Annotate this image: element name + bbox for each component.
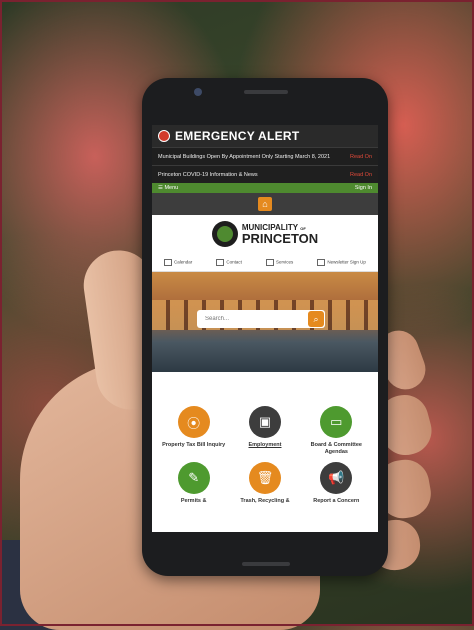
menu-bar: ☰ Menu Sign In [152,183,378,193]
site-logo[interactable]: MUNICIPALITY OF PRINCETON [152,215,378,253]
sign-in-link[interactable]: Sign In [355,185,372,191]
front-camera [194,88,202,96]
earpiece [244,90,288,94]
bottom-speaker [242,562,290,566]
quick-link-newsletter[interactable]: Newsletter Sign Up [317,258,366,266]
seal-icon [211,221,238,247]
phone: EMERGENCY ALERT Municipal Buildings Open… [142,78,388,576]
phone-screen: EMERGENCY ALERT Municipal Buildings Open… [152,125,378,532]
alert-title: EMERGENCY ALERT [175,129,300,143]
read-on-link[interactable]: Read On [350,172,372,178]
news-item[interactable]: Princeton COVID-19 Information & News Re… [152,165,378,183]
home-bar: ⌂ [152,193,378,215]
emergency-alert-bar: EMERGENCY ALERT [152,125,378,147]
quick-link-contact[interactable]: Contact [216,258,242,266]
alert-icon [158,130,170,142]
hero-image: ⌕ [152,272,378,372]
home-icon[interactable]: ⌂ [258,197,272,211]
logo-of: OF [300,225,306,231]
search-input[interactable] [203,315,307,323]
logo-line2: PRINCETON [241,230,319,246]
services-icon [266,258,275,266]
search-icon[interactable]: ⌕ [308,311,324,327]
quick-links: Calendar Contact Services Newsletter Sig… [152,253,378,272]
search-box: ⌕ [197,310,325,328]
newsletter-icon [317,258,326,266]
calendar-icon [164,258,173,266]
menu-button[interactable]: ☰ Menu [158,185,178,191]
news-item[interactable]: Municipal Buildings Open By Appointment … [152,147,378,165]
news-text: Municipal Buildings Open By Appointment … [158,153,331,160]
contact-icon [216,258,225,266]
read-on-link[interactable]: Read On [350,154,372,160]
quick-link-services[interactable]: Services [266,258,293,266]
news-text: Princeton COVID-19 Information & News [158,171,258,178]
quick-link-calendar[interactable]: Calendar [164,258,192,266]
